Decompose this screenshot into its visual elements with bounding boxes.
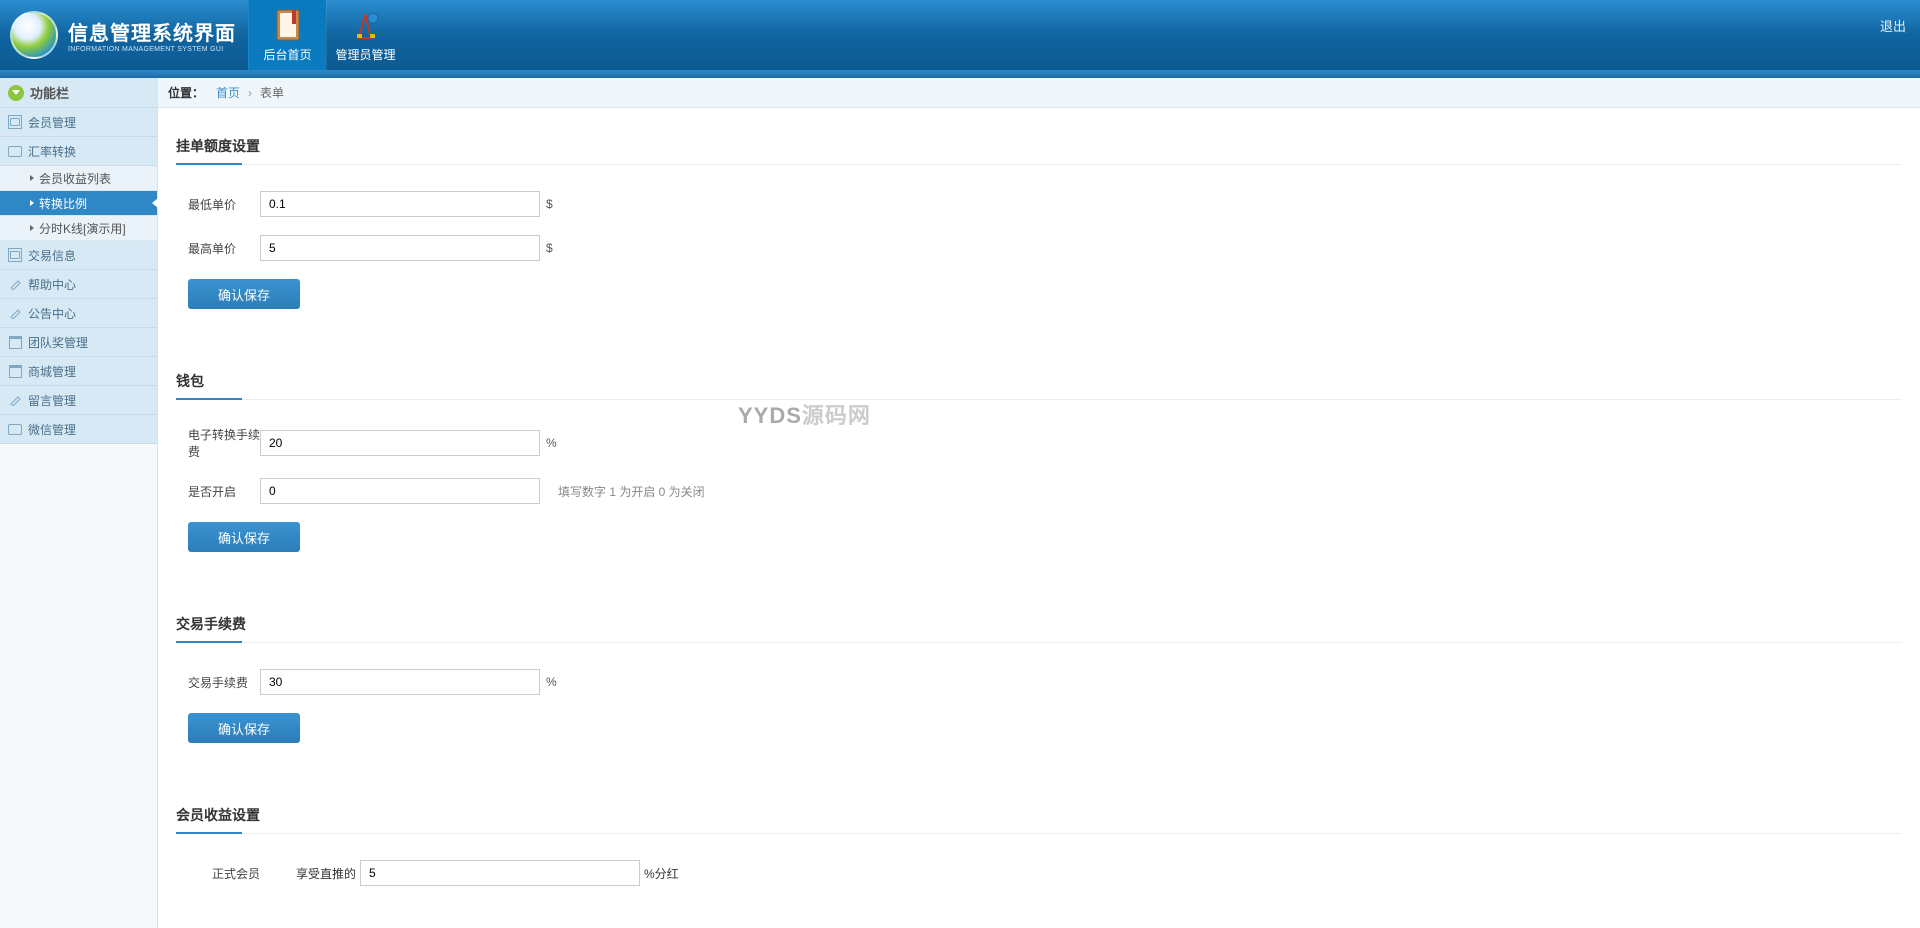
app-subtitle: INFORMATION MANAGEMENT SYSTEM GUI bbox=[68, 46, 236, 53]
admin-icon bbox=[351, 8, 381, 42]
input-convert-fee[interactable] bbox=[260, 430, 540, 456]
row-min-price: 最低单价 $ bbox=[176, 191, 1902, 217]
suffix-percent: % bbox=[546, 675, 557, 689]
input-trade-fee[interactable] bbox=[260, 669, 540, 695]
row-convert-fee: 电子转换手续费 % bbox=[176, 426, 1902, 460]
section-title-guadan: 挂单额度设置 bbox=[176, 136, 1902, 165]
main-inner: YYDS源码网 挂单额度设置 最低单价 $ 最高单价 $ 确认保存 钱包 bbox=[158, 108, 1920, 928]
pencil-icon bbox=[8, 393, 22, 407]
suffix-currency: $ bbox=[546, 241, 553, 255]
sidebar-item-notice[interactable]: 公告中心 bbox=[0, 299, 157, 328]
chevron-down-icon bbox=[8, 85, 24, 101]
hint-enable: 填写数字 1 为开启 0 为关闭 bbox=[558, 483, 705, 500]
label-direct-prefix: 享受直推的 bbox=[296, 865, 356, 882]
caret-icon bbox=[30, 225, 34, 231]
input-max-price[interactable] bbox=[260, 235, 540, 261]
sidebar-item-team[interactable]: 团队奖管理 bbox=[0, 328, 157, 357]
save-button-guadan[interactable]: 确认保存 bbox=[188, 279, 300, 309]
sidebar-sub-kline-demo[interactable]: 分时K线[演示用] bbox=[0, 216, 157, 241]
breadcrumb-current: 表单 bbox=[260, 84, 284, 101]
label-formal-member: 正式会员 bbox=[176, 865, 296, 882]
nav-admin[interactable]: 管理员管理 bbox=[326, 0, 404, 70]
sidebar-header[interactable]: 功能栏 bbox=[0, 78, 157, 108]
suffix-percent: % bbox=[546, 436, 557, 450]
sidebar-sub-conversion-ratio[interactable]: 转换比例 bbox=[0, 191, 157, 216]
row-enable: 是否开启 填写数字 1 为开启 0 为关闭 bbox=[176, 478, 1902, 504]
logo: 信息管理系统界面 INFORMATION MANAGEMENT SYSTEM G… bbox=[0, 0, 236, 70]
sidebar-title: 功能栏 bbox=[30, 83, 69, 102]
label-convert-fee: 电子转换手续费 bbox=[176, 426, 260, 460]
label-enable: 是否开启 bbox=[176, 483, 260, 500]
breadcrumb: 位置： 首页 › 表单 bbox=[158, 78, 1920, 108]
label-direct-suffix: %分红 bbox=[644, 865, 679, 882]
save-button-wallet[interactable]: 确认保存 bbox=[188, 522, 300, 552]
row-trade-fee: 交易手续费 % bbox=[176, 669, 1902, 695]
box-icon bbox=[8, 115, 22, 129]
label-min-price: 最低单价 bbox=[176, 196, 260, 213]
form-trade-fee: 交易手续费 % 确认保存 bbox=[176, 643, 1902, 753]
main-layout: 功能栏 会员管理 汇率转换 会员收益列表 转换比例 分时K线[演示用] 交易信息… bbox=[0, 78, 1920, 928]
pencil-icon bbox=[8, 277, 22, 291]
caret-icon bbox=[30, 175, 34, 181]
logout-link[interactable]: 退出 bbox=[1880, 16, 1906, 35]
input-min-price[interactable] bbox=[260, 191, 540, 217]
calendar-icon bbox=[8, 335, 22, 349]
chat-icon bbox=[8, 144, 22, 158]
book-icon bbox=[273, 8, 303, 42]
nav-admin-label: 管理员管理 bbox=[335, 46, 395, 63]
input-enable[interactable] bbox=[260, 478, 540, 504]
sidebar-item-member[interactable]: 会员管理 bbox=[0, 108, 157, 137]
section-title-member-income: 会员收益设置 bbox=[176, 805, 1902, 834]
row-max-price: 最高单价 $ bbox=[176, 235, 1902, 261]
input-direct-value[interactable] bbox=[360, 860, 640, 886]
box-icon bbox=[8, 248, 22, 262]
sidebar: 功能栏 会员管理 汇率转换 会员收益列表 转换比例 分时K线[演示用] 交易信息… bbox=[0, 78, 158, 928]
caret-icon bbox=[30, 200, 34, 206]
logo-text: 信息管理系统界面 INFORMATION MANAGEMENT SYSTEM G… bbox=[68, 17, 236, 53]
sidebar-item-rate[interactable]: 汇率转换 bbox=[0, 137, 157, 166]
save-button-trade-fee[interactable]: 确认保存 bbox=[188, 713, 300, 743]
section-title-wallet: 钱包 bbox=[176, 371, 1902, 400]
app-header: 信息管理系统界面 INFORMATION MANAGEMENT SYSTEM G… bbox=[0, 0, 1920, 70]
top-nav: 后台首页 管理员管理 bbox=[248, 0, 404, 70]
section-title-trade-fee: 交易手续费 bbox=[176, 614, 1902, 643]
content: 位置： 首页 › 表单 YYDS源码网 挂单额度设置 最低单价 $ 最高单价 $ bbox=[158, 78, 1920, 928]
sidebar-item-mall[interactable]: 商城管理 bbox=[0, 357, 157, 386]
form-guadan: 最低单价 $ 最高单价 $ 确认保存 bbox=[176, 165, 1902, 319]
app-title: 信息管理系统界面 bbox=[68, 17, 236, 46]
sidebar-sub-income-list[interactable]: 会员收益列表 bbox=[0, 166, 157, 191]
nav-home[interactable]: 后台首页 bbox=[248, 0, 326, 70]
header-subbar bbox=[0, 70, 1920, 78]
nav-home-label: 后台首页 bbox=[263, 46, 311, 63]
logo-icon bbox=[10, 11, 58, 59]
sidebar-item-help[interactable]: 帮助中心 bbox=[0, 270, 157, 299]
label-max-price: 最高单价 bbox=[176, 240, 260, 257]
label-trade-fee: 交易手续费 bbox=[176, 674, 260, 691]
form-member-income: 正式会员 享受直推的 %分红 bbox=[176, 834, 1902, 914]
calendar-icon bbox=[8, 364, 22, 378]
chat-icon bbox=[8, 422, 22, 436]
row-formal-member: 正式会员 享受直推的 %分红 bbox=[176, 860, 1902, 886]
breadcrumb-sep: › bbox=[248, 86, 252, 100]
sidebar-item-message[interactable]: 留言管理 bbox=[0, 386, 157, 415]
pencil-icon bbox=[8, 306, 22, 320]
sidebar-item-wechat[interactable]: 微信管理 bbox=[0, 415, 157, 444]
sidebar-item-trade[interactable]: 交易信息 bbox=[0, 241, 157, 270]
form-wallet: 电子转换手续费 % 是否开启 填写数字 1 为开启 0 为关闭 确认保存 bbox=[176, 400, 1902, 562]
suffix-currency: $ bbox=[546, 197, 553, 211]
breadcrumb-prefix: 位置： bbox=[168, 84, 204, 101]
breadcrumb-home[interactable]: 首页 bbox=[216, 84, 240, 101]
